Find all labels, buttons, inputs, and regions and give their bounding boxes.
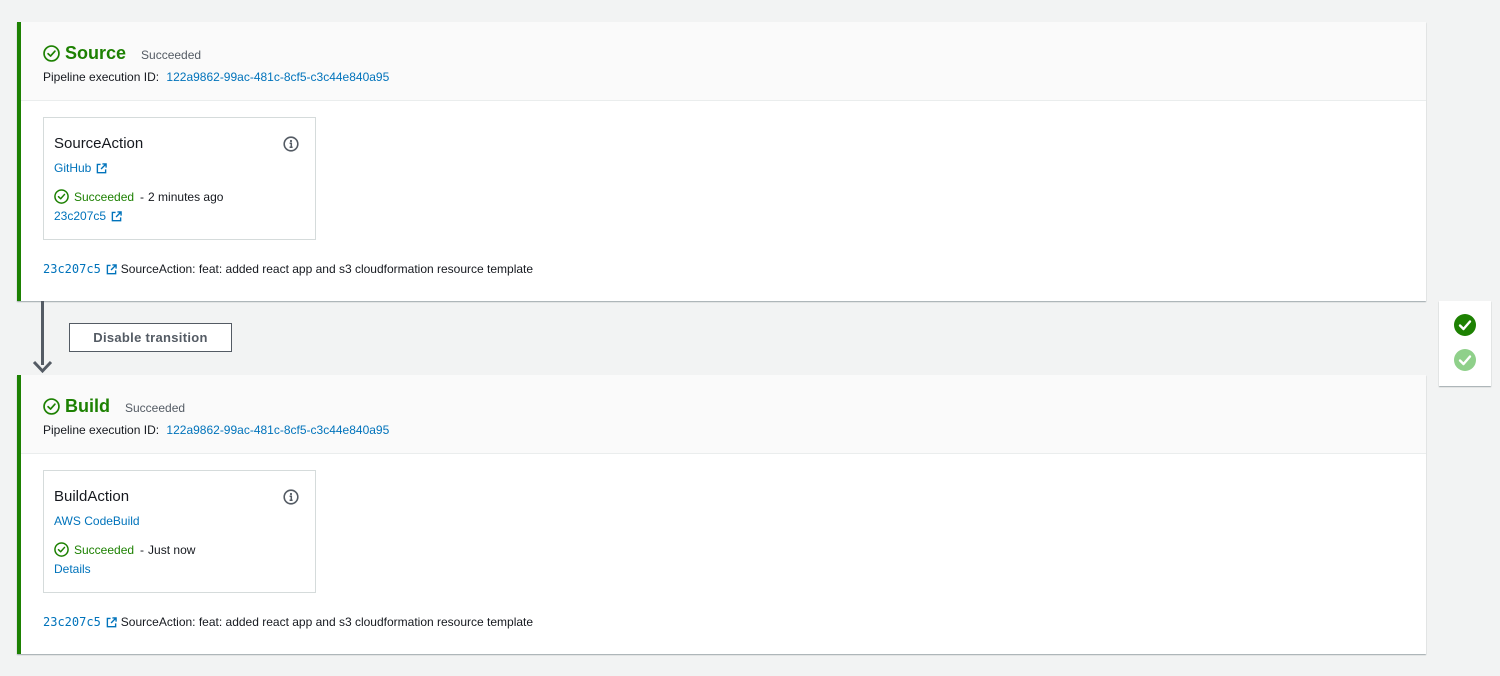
- info-icon[interactable]: [283, 136, 299, 152]
- success-circle-icon: [54, 189, 69, 204]
- commit-link[interactable]: 23c207c5: [54, 209, 106, 223]
- provider-row: AWS CodeBuild: [54, 514, 305, 528]
- stage-title: Build: [65, 395, 110, 416]
- disable-transition-button[interactable]: Disable transition: [69, 323, 232, 352]
- stage-build: Build Succeeded Pipeline execution ID: 1…: [17, 375, 1426, 654]
- commit-id-link[interactable]: 23c207c5: [43, 615, 101, 629]
- success-circle-icon: [43, 397, 60, 415]
- action-name: BuildAction: [54, 488, 130, 505]
- commit-message: SourceAction: feat: added react app and …: [120, 262, 534, 276]
- execution-id-label: Pipeline execution ID:: [43, 70, 160, 84]
- provider-link[interactable]: GitHub: [54, 161, 91, 175]
- action-status-row: Succeeded - 2 minutes ago: [54, 189, 305, 204]
- action-name: SourceAction: [54, 135, 144, 152]
- stage-status: Succeeded: [125, 400, 186, 415]
- provider-link[interactable]: AWS CodeBuild: [54, 514, 140, 528]
- success-circle-icon: [54, 542, 69, 557]
- external-link-icon[interactable]: [111, 210, 122, 222]
- stage-title-row: Build Succeeded: [43, 395, 1404, 417]
- execution-id-row: Pipeline execution ID: 122a9862-99ac-481…: [43, 70, 1404, 84]
- stage-source: Source Succeeded Pipeline execution ID: …: [17, 22, 1426, 301]
- details-link[interactable]: Details: [54, 562, 91, 576]
- execution-id-label: Pipeline execution ID:: [43, 423, 160, 437]
- stage-header: Build Succeeded Pipeline execution ID: 1…: [21, 375, 1426, 454]
- action-card-build: BuildAction AWS CodeBuild Succeeded - Ju…: [43, 470, 316, 593]
- check-filled-icon[interactable]: [1454, 314, 1476, 336]
- status-separator: -: [140, 542, 145, 557]
- action-link-row: 23c207c5: [54, 209, 305, 223]
- stage-status-panel: [1439, 301, 1491, 386]
- commit-row: 23c207c5 SourceAction: feat: added react…: [43, 262, 533, 276]
- commit-row: 23c207c5 SourceAction: feat: added react…: [43, 615, 533, 629]
- provider-row: GitHub: [54, 161, 305, 175]
- action-status: Succeeded: [74, 542, 135, 557]
- info-icon[interactable]: [283, 489, 299, 505]
- external-link-icon[interactable]: [96, 162, 108, 174]
- commit-id-link[interactable]: 23c207c5: [43, 262, 101, 276]
- action-status-row: Succeeded - Just now: [54, 542, 305, 557]
- stage-title-row: Source Succeeded: [43, 42, 1404, 64]
- stage-title: Source: [65, 42, 127, 63]
- stage-header: Source Succeeded Pipeline execution ID: …: [21, 22, 1426, 101]
- execution-id-row: Pipeline execution ID: 122a9862-99ac-481…: [43, 423, 1404, 437]
- action-link-row: Details: [54, 562, 305, 576]
- check-faded-icon[interactable]: [1454, 349, 1476, 371]
- success-circle-icon: [43, 44, 60, 62]
- status-separator: -: [140, 189, 145, 204]
- external-link-icon[interactable]: [106, 616, 117, 628]
- execution-id-link[interactable]: 122a9862-99ac-481c-8cf5-c3c44e840a95: [166, 423, 389, 437]
- transition-arrow-icon: [32, 360, 53, 374]
- action-card-source: SourceAction GitHub Succeeded - 2 minute…: [43, 117, 316, 240]
- stage-status: Succeeded: [141, 47, 202, 62]
- execution-id-link[interactable]: 122a9862-99ac-481c-8cf5-c3c44e840a95: [166, 70, 389, 84]
- action-time: 2 minutes ago: [148, 189, 224, 204]
- commit-message: SourceAction: feat: added react app and …: [120, 615, 534, 629]
- action-time: Just now: [148, 542, 196, 557]
- external-link-icon[interactable]: [106, 263, 117, 275]
- action-status: Succeeded: [74, 189, 135, 204]
